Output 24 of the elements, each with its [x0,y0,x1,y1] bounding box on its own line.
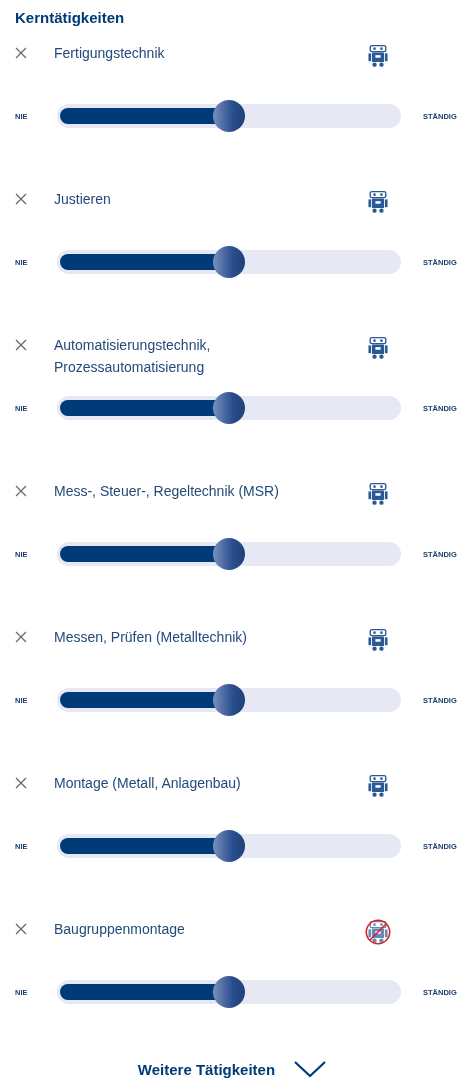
remove-icon[interactable] [15,485,27,497]
activity-label: Automatisierungstechnik, Prozessautomatisierung [54,336,212,377]
slider-thumb[interactable] [213,830,245,862]
activity-label: Messen, Prüfen (Metalltechnik) [54,628,248,647]
activity-label: Mess-, Steuer-, Regeltechnik (MSR) [54,482,280,501]
activity-label: Baugruppenmontage [54,920,186,939]
remove-icon[interactable] [15,47,27,59]
activity-label: Fertigungstechnik [54,44,166,63]
slider-thumb[interactable] [213,538,245,570]
remove-icon[interactable] [15,923,27,935]
remove-icon[interactable] [15,193,27,205]
remove-icon[interactable] [15,777,27,789]
slider-thumb[interactable] [213,392,245,424]
slider-thumb[interactable] [213,100,245,132]
activity-label: Justieren [54,190,112,209]
slider-thumb[interactable] [213,684,245,716]
activity-label: Montage (Metall, Anlagenbau) [54,774,242,793]
section-title: Kerntätigkeiten [15,8,126,28]
more-activities-button[interactable]: Weitere Tätigkeiten [131,1058,334,1080]
remove-icon[interactable] [15,339,27,351]
slider-thumb[interactable] [213,976,245,1008]
slider-thumb[interactable] [213,246,245,278]
chevron-down-icon [293,1060,328,1078]
remove-icon[interactable] [15,631,27,643]
